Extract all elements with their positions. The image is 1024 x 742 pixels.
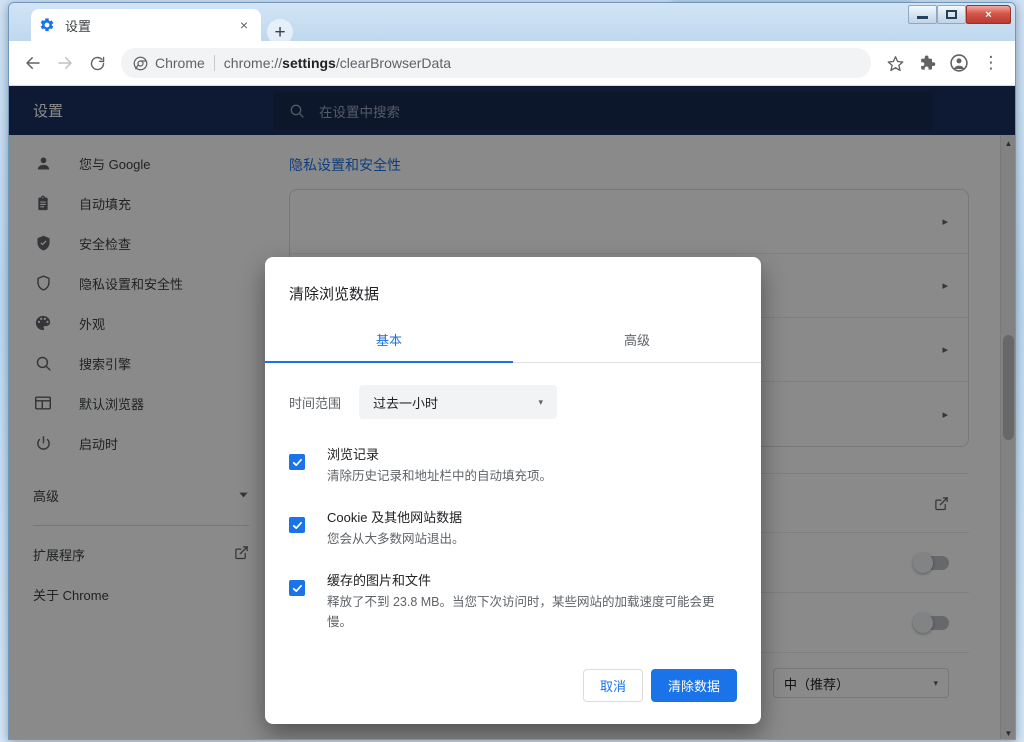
gear-icon — [39, 17, 55, 33]
checkbox-browsing-history[interactable] — [289, 454, 305, 470]
option-cookies[interactable]: Cookie 及其他网站数据 您会从大多数网站退出。 — [289, 508, 737, 549]
option-label: 浏览记录 — [327, 445, 737, 465]
window-controls: × — [908, 5, 1011, 24]
time-range-row: 时间范围 过去一小时 ▾ — [289, 385, 737, 419]
profile-button[interactable] — [943, 47, 975, 79]
tab-advanced[interactable]: 高级 — [513, 318, 761, 362]
puzzle-icon — [918, 54, 936, 72]
option-text: 浏览记录 清除历史记录和地址栏中的自动填充项。 — [327, 445, 737, 486]
chevron-down-icon: ▾ — [538, 397, 543, 408]
minimize-button[interactable] — [908, 5, 937, 24]
browser-menu-button[interactable]: ⋮ — [975, 47, 1007, 79]
bookmark-button[interactable] — [879, 47, 911, 79]
reload-button[interactable] — [81, 47, 113, 79]
dialog-title: 清除浏览数据 — [265, 257, 761, 318]
checkbox-cookies[interactable] — [289, 517, 305, 533]
url-prefix: chrome:// — [224, 55, 282, 71]
chrome-chip: Chrome — [133, 55, 205, 71]
option-label: Cookie 及其他网站数据 — [327, 508, 737, 528]
option-text: 缓存的图片和文件 释放了不到 23.8 MB。当您下次访问时，某些网站的加载速度… — [327, 571, 737, 632]
time-range-select[interactable]: 过去一小时 ▾ — [359, 385, 557, 419]
new-tab-button[interactable]: + — [267, 19, 293, 45]
browser-toolbar: Chrome chrome://settings/clearBrowserDat… — [9, 41, 1015, 86]
back-arrow-icon — [24, 54, 42, 72]
reload-icon — [89, 55, 106, 72]
dialog-body: 时间范围 过去一小时 ▾ 浏览记录 清除历史记录和地址栏中的自动填充项。 — [265, 363, 761, 669]
tab-close-icon[interactable]: × — [235, 16, 253, 34]
title-bar: 设置 × + × — [9, 3, 1015, 41]
option-cached-images[interactable]: 缓存的图片和文件 释放了不到 23.8 MB。当您下次访问时，某些网站的加载速度… — [289, 571, 737, 632]
omnibox-url: chrome://settings/clearBrowserData — [224, 55, 451, 71]
time-range-label: 时间范围 — [289, 393, 341, 412]
omnibox-divider — [214, 55, 215, 71]
option-description: 释放了不到 23.8 MB。当您下次访问时，某些网站的加载速度可能会更慢。 — [327, 592, 737, 632]
chrome-logo-icon — [133, 56, 148, 71]
minimize-icon — [917, 16, 928, 19]
profile-icon — [949, 53, 969, 73]
cancel-button[interactable]: 取消 — [583, 669, 643, 702]
browser-window: 设置 × + × — [8, 2, 1016, 740]
chrome-chip-label: Chrome — [155, 55, 205, 71]
check-icon — [292, 457, 303, 468]
restore-icon — [946, 10, 957, 19]
check-icon — [292, 583, 303, 594]
close-button[interactable]: × — [966, 5, 1011, 24]
clear-data-button[interactable]: 清除数据 — [651, 669, 737, 702]
browser-tab[interactable]: 设置 × — [31, 9, 261, 41]
settings-page: 设置 在设置中搜索 您与 Google — [9, 86, 1015, 740]
dialog-actions: 取消 清除数据 — [265, 669, 761, 724]
star-icon — [887, 55, 904, 72]
tab-active-indicator — [265, 361, 513, 363]
maximize-button[interactable] — [937, 5, 966, 24]
check-icon — [292, 520, 303, 531]
option-label: 缓存的图片和文件 — [327, 571, 737, 591]
url-suffix: /clearBrowserData — [336, 55, 451, 71]
back-button[interactable] — [17, 47, 49, 79]
url-bold: settings — [282, 55, 336, 71]
dialog-tabs: 基本 高级 — [265, 318, 761, 363]
tab-title: 设置 — [65, 16, 235, 35]
option-text: Cookie 及其他网站数据 您会从大多数网站退出。 — [327, 508, 737, 549]
option-description: 您会从大多数网站退出。 — [327, 529, 737, 549]
extensions-button[interactable] — [911, 47, 943, 79]
option-description: 清除历史记录和地址栏中的自动填充项。 — [327, 466, 737, 486]
clear-browsing-data-dialog: 清除浏览数据 基本 高级 时间范围 过去一小时 ▾ — [265, 257, 761, 724]
option-browsing-history[interactable]: 浏览记录 清除历史记录和地址栏中的自动填充项。 — [289, 445, 737, 486]
tab-basic[interactable]: 基本 — [265, 318, 513, 362]
checkbox-cached-images[interactable] — [289, 580, 305, 596]
forward-button[interactable] — [49, 47, 81, 79]
time-range-value: 过去一小时 — [373, 393, 538, 412]
address-bar[interactable]: Chrome chrome://settings/clearBrowserDat… — [121, 48, 871, 78]
forward-arrow-icon — [56, 54, 74, 72]
